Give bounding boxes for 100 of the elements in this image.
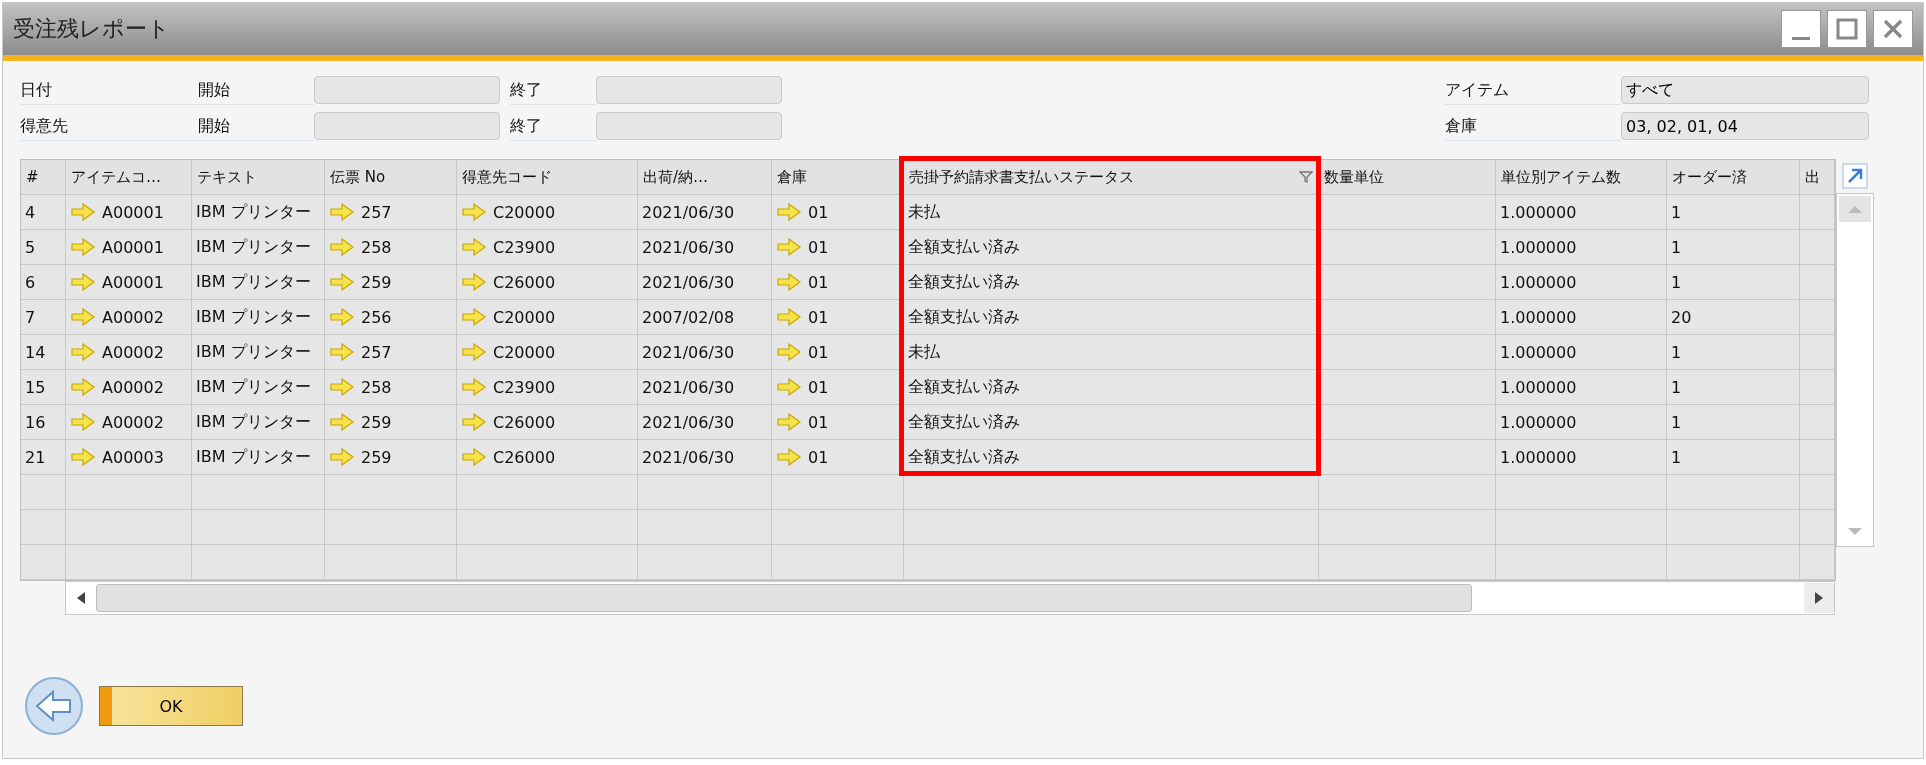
link-arrow-icon[interactable] [776,238,802,256]
table-cell: 1.000000 [1496,300,1667,335]
link-arrow-icon[interactable] [776,308,802,326]
table-cell: IBM プリンター [192,335,325,370]
table-cell: 258 [325,230,457,265]
expand-icon[interactable] [1842,163,1868,189]
link-arrow-icon[interactable] [70,203,96,221]
table-cell: 4 [21,195,66,230]
table-cell: 259 [325,265,457,300]
minimize-icon [1792,36,1810,40]
link-arrow-icon[interactable] [461,273,487,291]
table-cell: 5 [21,230,66,265]
input-field[interactable] [596,112,782,140]
table-cell: 01 [772,335,904,370]
link-arrow-icon[interactable] [70,448,96,466]
link-arrow-icon[interactable] [70,238,96,256]
column-header[interactable]: 出 [1800,160,1835,195]
link-arrow-icon[interactable] [70,413,96,431]
column-header[interactable]: 得意先コード [457,160,638,195]
table-cell: 257 [325,195,457,230]
column-header[interactable]: 単位別アイテム数 [1496,160,1667,195]
filter-label: 得意先 [20,111,198,141]
link-arrow-icon[interactable] [461,238,487,256]
table-cell: A00001 [66,195,192,230]
column-header[interactable]: 数量単位 [1319,160,1496,195]
link-arrow-icon[interactable] [329,343,355,361]
column-header[interactable]: # [21,160,66,195]
link-arrow-icon[interactable] [329,238,355,256]
link-arrow-icon[interactable] [329,203,355,221]
link-arrow-icon[interactable] [329,273,355,291]
column-header[interactable]: 売掛予約請求書支払いステータス [904,160,1319,195]
input-field[interactable] [314,76,500,104]
column-header[interactable]: 出荷/納… [638,160,772,195]
maximize-button[interactable] [1827,10,1867,48]
link-arrow-icon[interactable] [776,378,802,396]
link-arrow-icon[interactable] [776,343,802,361]
table-cell: 未払 [904,195,1319,230]
link-arrow-icon[interactable] [329,378,355,396]
table-cell: 全額支払い済み [904,265,1319,300]
table-cell: C20000 [457,300,638,335]
table-cell: 2021/06/30 [638,230,772,265]
table-cell: IBM プリンター [192,230,325,265]
link-arrow-icon[interactable] [776,448,802,466]
link-arrow-icon[interactable] [461,308,487,326]
vertical-scrollbar[interactable] [1836,193,1874,547]
link-arrow-icon[interactable] [461,448,487,466]
link-arrow-icon[interactable] [70,343,96,361]
scroll-right-icon[interactable] [1804,583,1834,613]
link-arrow-icon[interactable] [776,413,802,431]
table-cell: 21 [21,440,66,475]
table-cell: 1.000000 [1496,335,1667,370]
input-field[interactable]: 03, 02, 01, 04 [1621,112,1869,140]
ok-button[interactable]: OK [99,686,243,726]
table-cell: A00002 [66,405,192,440]
table-cell: 01 [772,265,904,300]
table-cell: 1 [1667,195,1800,230]
table-cell: C26000 [457,265,638,300]
link-arrow-icon[interactable] [70,378,96,396]
table-cell: 14 [21,335,66,370]
column-header[interactable]: テキスト [192,160,325,195]
link-arrow-icon[interactable] [461,378,487,396]
table-cell: 2021/06/30 [638,335,772,370]
table-cell: 2021/06/30 [638,370,772,405]
table-cell: 1.000000 [1496,195,1667,230]
table-cell: 01 [772,195,904,230]
scroll-thumb[interactable] [96,584,1472,612]
column-header[interactable]: オーダー済 [1667,160,1800,195]
table-cell: 1 [1667,265,1800,300]
link-arrow-icon[interactable] [329,448,355,466]
column-header[interactable]: 伝票 No [325,160,457,195]
table-cell: 259 [325,405,457,440]
link-arrow-icon[interactable] [776,273,802,291]
link-arrow-icon[interactable] [776,203,802,221]
link-arrow-icon[interactable] [70,308,96,326]
table-cell: C20000 [457,335,638,370]
link-arrow-icon[interactable] [329,413,355,431]
close-button[interactable] [1873,10,1913,48]
window-title: 受注残レポート [13,15,170,43]
table-cell: 全額支払い済み [904,230,1319,265]
table-cell: C23900 [457,370,638,405]
horizontal-scrollbar[interactable] [65,581,1835,615]
link-arrow-icon[interactable] [461,203,487,221]
table-cell: IBM プリンター [192,405,325,440]
table-cell: IBM プリンター [192,370,325,405]
input-field[interactable] [596,76,782,104]
table-cell: 2021/06/30 [638,265,772,300]
link-arrow-icon[interactable] [461,343,487,361]
minimize-button[interactable] [1781,10,1821,48]
table-cell: 2021/06/30 [638,405,772,440]
column-header[interactable]: アイテムコ… [66,160,192,195]
scroll-up-icon[interactable] [1837,194,1873,224]
filter-label: 日付 [20,75,198,105]
table-cell: 6 [21,265,66,300]
link-arrow-icon[interactable] [329,308,355,326]
link-arrow-icon[interactable] [70,273,96,291]
link-arrow-icon[interactable] [461,413,487,431]
table-cell: 1.000000 [1496,230,1667,265]
input-field[interactable]: すべて [1621,76,1869,104]
input-field[interactable] [314,112,500,140]
table-cell: 01 [772,370,904,405]
